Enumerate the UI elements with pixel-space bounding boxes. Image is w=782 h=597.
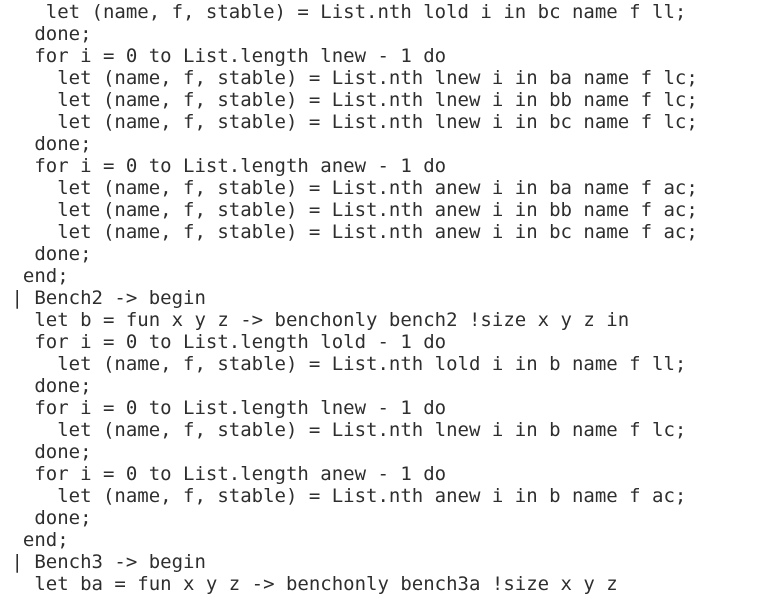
code-line: let (name, f, stable) = List.nth lnew i …: [0, 111, 698, 133]
code-line: end;: [0, 265, 69, 287]
code-line: let (name, f, stable) = List.nth anew i …: [0, 485, 687, 507]
code-line: done;: [0, 441, 92, 463]
code-line: done;: [0, 375, 92, 397]
code-line: for i = 0 to List.length lold - 1 do: [0, 331, 447, 353]
code-line: done;: [0, 23, 92, 45]
code-line: done;: [0, 507, 92, 529]
code-line: let (name, f, stable) = List.nth lnew i …: [0, 89, 698, 111]
code-line: let (name, f, stable) = List.nth anew i …: [0, 177, 698, 199]
code-line: let (name, f, stable) = List.nth anew i …: [0, 199, 698, 221]
code-line: end;: [0, 529, 69, 551]
code-line: for i = 0 to List.length lnew - 1 do: [0, 45, 447, 67]
code-block: let (name, f, stable) = List.nth lold i …: [0, 0, 782, 597]
code-line: let (name, f, stable) = List.nth lold i …: [0, 353, 687, 375]
code-line: let b = fun x y z -> benchonly bench2 !s…: [0, 309, 630, 331]
code-line: done;: [0, 133, 92, 155]
code-line: let (name, f, stable) = List.nth anew i …: [0, 221, 698, 243]
code-line: | Bench3 -> begin: [0, 551, 206, 573]
code-line: let ba = fun x y z -> benchonly bench3a …: [0, 573, 618, 595]
code-line: done;: [0, 243, 92, 265]
code-line: for i = 0 to List.length anew - 1 do: [0, 463, 447, 485]
code-line: | Bench2 -> begin: [0, 287, 206, 309]
code-line: let (name, f, stable) = List.nth lold i …: [0, 1, 687, 23]
code-line: let (name, f, stable) = List.nth lnew i …: [0, 419, 687, 441]
code-line: for i = 0 to List.length anew - 1 do: [0, 155, 447, 177]
code-line: let (name, f, stable) = List.nth lnew i …: [0, 67, 698, 89]
code-line: for i = 0 to List.length lnew - 1 do: [0, 397, 447, 419]
